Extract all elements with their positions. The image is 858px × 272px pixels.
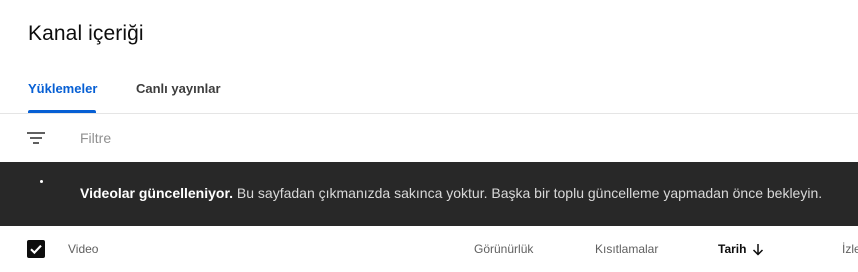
banner-body: Bu sayfadan çıkmanızda sakınca yoktur. B… [233,185,823,201]
tab-live[interactable]: Canlı yayınlar [136,81,221,96]
arrow-down-icon[interactable] [752,243,764,256]
column-date[interactable]: Tarih [718,242,746,256]
tab-uploads[interactable]: Yüklemeler [28,81,97,96]
status-banner: Videolar güncelleniyor. Bu sayfadan çıkm… [0,162,858,226]
banner-title: Videolar güncelleniyor. [80,185,234,201]
content-tabs: Yüklemeler Canlı yayınlar [0,68,858,114]
filter-icon[interactable] [26,129,46,147]
progress-indicator [40,180,43,183]
table-header: Video Görünürlük Kısıtlamalar Tarih İzle [0,226,858,272]
select-all-checkbox[interactable] [27,240,45,258]
column-restrictions[interactable]: Kısıtlamalar [595,242,658,256]
active-tab-indicator [28,110,96,113]
column-views[interactable]: İzle [842,242,858,256]
column-visibility[interactable]: Görünürlük [474,242,533,256]
page-title: Kanal içeriği [28,22,144,45]
column-video: Video [68,242,99,256]
check-icon [30,244,42,255]
channel-content-page: Kanal içeriği Yüklemeler Canlı yayınlar … [0,0,858,272]
banner-message: Videolar güncelleniyor. Bu sayfadan çıkm… [80,185,822,201]
filter-bar [0,114,858,162]
filter-input[interactable] [80,126,680,150]
